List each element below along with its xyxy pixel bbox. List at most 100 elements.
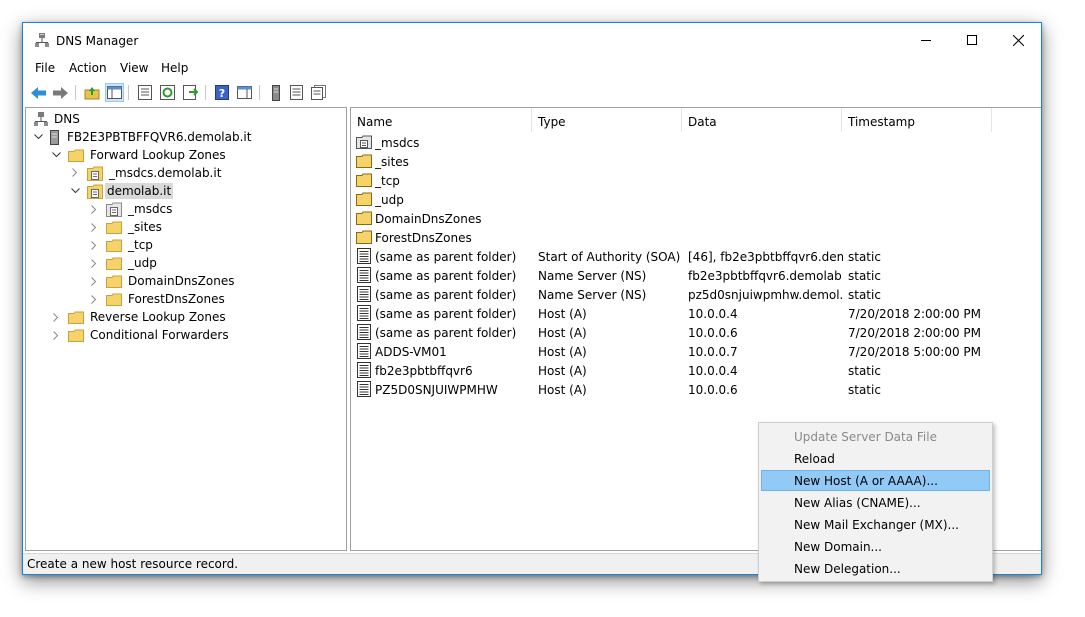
cell-type: Host (A) bbox=[538, 345, 587, 359]
column-header-timestamp[interactable]: Timestamp bbox=[842, 108, 992, 132]
folder-icon bbox=[68, 149, 84, 162]
menu-file[interactable]: File bbox=[35, 61, 55, 75]
toolbar: ? bbox=[23, 80, 1041, 105]
export-list-button[interactable] bbox=[181, 83, 200, 102]
table-row[interactable]: DomainDnsZones bbox=[351, 209, 1041, 228]
table-row[interactable]: (same as parent folder) Host (A) 10.0.0.4 7… bbox=[351, 304, 1041, 323]
minimize-button[interactable] bbox=[903, 23, 949, 57]
menu-item-new-mail-exchanger[interactable]: New Mail Exchanger (MX)... bbox=[761, 514, 990, 535]
folder-icon bbox=[68, 311, 84, 324]
table-row[interactable]: _tcp bbox=[351, 171, 1041, 190]
table-row[interactable]: (same as parent folder) Name Server (NS) p… bbox=[351, 285, 1041, 304]
cell-name: DomainDnsZones bbox=[375, 212, 482, 226]
chevron-right-icon bbox=[91, 240, 97, 250]
table-row[interactable]: (same as parent folder) Name Server (NS) f… bbox=[351, 266, 1041, 285]
table-row[interactable]: PZ5D0SNJUIWPMHW Host (A) 10.0.0.6 static bbox=[351, 380, 1041, 399]
expand-conditional-toggle[interactable] bbox=[51, 330, 61, 340]
expand-tcp-toggle[interactable] bbox=[89, 240, 99, 250]
show-hide-tree-icon bbox=[107, 86, 122, 99]
cell-name: _udp bbox=[375, 193, 404, 207]
up-one-level-button[interactable] bbox=[82, 83, 101, 102]
expand-msdcs-toggle[interactable] bbox=[89, 204, 99, 214]
close-button[interactable] bbox=[995, 23, 1041, 57]
refresh-icon bbox=[160, 85, 175, 100]
record-button[interactable] bbox=[287, 83, 306, 102]
context-menu: Update Server Data File Reload New Host … bbox=[758, 422, 993, 582]
expand-reverse-toggle[interactable] bbox=[51, 312, 61, 322]
title-bar[interactable]: DNS Manager bbox=[23, 23, 1041, 57]
cell-type: Host (A) bbox=[538, 383, 587, 397]
expand-msdcs-zone-toggle[interactable] bbox=[70, 167, 80, 177]
help-button[interactable]: ? bbox=[212, 83, 231, 102]
menu-item-reload[interactable]: Reload bbox=[761, 448, 990, 469]
action-pane-button[interactable] bbox=[235, 83, 254, 102]
table-row[interactable]: (same as parent folder) Host (A) 10.0.0.6 7… bbox=[351, 323, 1041, 342]
expand-forestdnszones-toggle[interactable] bbox=[89, 294, 99, 304]
menu-item-label: New Host (A or AAAA)... bbox=[794, 474, 938, 488]
console-tree[interactable]: DNS FB2E3PBTBFFQVR6.demolab.it Forward L… bbox=[25, 107, 347, 551]
toolbar-separator bbox=[259, 85, 260, 100]
cell-name: (same as parent folder) bbox=[375, 269, 517, 283]
tree-node-msdcs-zone[interactable]: _msdcs.demolab.it bbox=[87, 164, 223, 182]
menu-item-new-alias[interactable]: New Alias (CNAME)... bbox=[761, 492, 990, 513]
tree-node-sites[interactable]: _sites bbox=[106, 218, 164, 236]
expand-forward-toggle[interactable] bbox=[51, 150, 61, 160]
menu-item-new-domain[interactable]: New Domain... bbox=[761, 536, 990, 557]
menu-item-new-host[interactable]: New Host (A or AAAA)... bbox=[761, 470, 990, 491]
cell-data: pz5d0snjuiwpmhw.demol... bbox=[688, 288, 843, 302]
forward-button[interactable] bbox=[51, 83, 70, 102]
tree-node-forward-lookup-zones[interactable]: Forward Lookup Zones bbox=[68, 146, 228, 164]
menu-view[interactable]: View bbox=[120, 61, 148, 75]
expand-sites-toggle[interactable] bbox=[89, 222, 99, 232]
tree-node-dns[interactable]: DNS bbox=[34, 110, 82, 128]
up-folder-icon bbox=[84, 86, 99, 99]
menu-item-new-delegation[interactable]: New Delegation... bbox=[761, 558, 990, 579]
record-copy-button[interactable] bbox=[309, 83, 328, 102]
table-row[interactable]: fb2e3pbtbffqvr6 Host (A) 10.0.0.4 static bbox=[351, 361, 1041, 380]
back-button[interactable] bbox=[29, 83, 48, 102]
server-icon bbox=[271, 84, 280, 101]
tree-node-udp[interactable]: _udp bbox=[106, 254, 159, 272]
server-button[interactable] bbox=[266, 83, 285, 102]
menu-item-label: New Domain... bbox=[794, 540, 882, 554]
expand-udp-toggle[interactable] bbox=[89, 258, 99, 268]
table-row[interactable]: _sites bbox=[351, 152, 1041, 171]
show-hide-tree-button[interactable] bbox=[105, 83, 124, 102]
cell-name: (same as parent folder) bbox=[375, 250, 517, 264]
menu-item-update-server-data-file[interactable]: Update Server Data File bbox=[761, 426, 990, 447]
table-row[interactable]: _udp bbox=[351, 190, 1041, 209]
tree-node-domaindnszones[interactable]: DomainDnsZones bbox=[106, 272, 236, 290]
cell-data: 10.0.0.4 bbox=[688, 307, 738, 321]
tree-node-demolab[interactable]: demolab.it bbox=[87, 182, 174, 200]
table-row[interactable]: _msdcs bbox=[351, 133, 1041, 152]
table-row[interactable]: (same as parent folder) Start of Authorit… bbox=[351, 247, 1041, 266]
expand-domaindnszones-toggle[interactable] bbox=[89, 276, 99, 286]
cell-timestamp: static bbox=[848, 288, 881, 302]
expand-demolab-toggle[interactable] bbox=[70, 186, 80, 196]
cell-name: _msdcs bbox=[375, 136, 420, 150]
expand-server-toggle[interactable] bbox=[33, 132, 43, 142]
tree-label-forestdnszones: ForestDnsZones bbox=[128, 292, 225, 306]
folder-icon bbox=[106, 293, 122, 306]
column-header-type[interactable]: Type bbox=[532, 108, 682, 132]
tree-node-reverse-lookup-zones[interactable]: Reverse Lookup Zones bbox=[68, 308, 228, 326]
tree-node-tcp[interactable]: _tcp bbox=[106, 236, 155, 254]
properties-button[interactable] bbox=[135, 83, 154, 102]
table-row[interactable]: ForestDnsZones bbox=[351, 228, 1041, 247]
table-row[interactable]: ADDS-VM01 Host (A) 10.0.0.7 7/20/2018 5:00:… bbox=[351, 342, 1041, 361]
cell-timestamp: 7/20/2018 5:00:00 PM bbox=[848, 345, 982, 359]
chevron-right-icon bbox=[53, 312, 59, 322]
tree-label-reverse: Reverse Lookup Zones bbox=[90, 310, 226, 324]
column-header-name[interactable]: Name bbox=[351, 108, 532, 132]
maximize-icon bbox=[967, 35, 977, 45]
menu-action[interactable]: Action bbox=[69, 61, 107, 75]
maximize-button[interactable] bbox=[949, 23, 995, 57]
menu-help[interactable]: Help bbox=[161, 61, 188, 75]
tree-node-child-msdcs[interactable]: _msdcs bbox=[106, 200, 174, 218]
screenshot-stage: DNS Manager File Action View Help ? DNS … bbox=[0, 0, 1085, 617]
tree-node-forestdnszones[interactable]: ForestDnsZones bbox=[106, 290, 227, 308]
column-header-data[interactable]: Data bbox=[682, 108, 842, 132]
refresh-button[interactable] bbox=[158, 83, 177, 102]
tree-node-conditional-forwarders[interactable]: Conditional Forwarders bbox=[68, 326, 231, 344]
tree-node-server[interactable]: FB2E3PBTBFFQVR6.demolab.it bbox=[50, 128, 253, 146]
